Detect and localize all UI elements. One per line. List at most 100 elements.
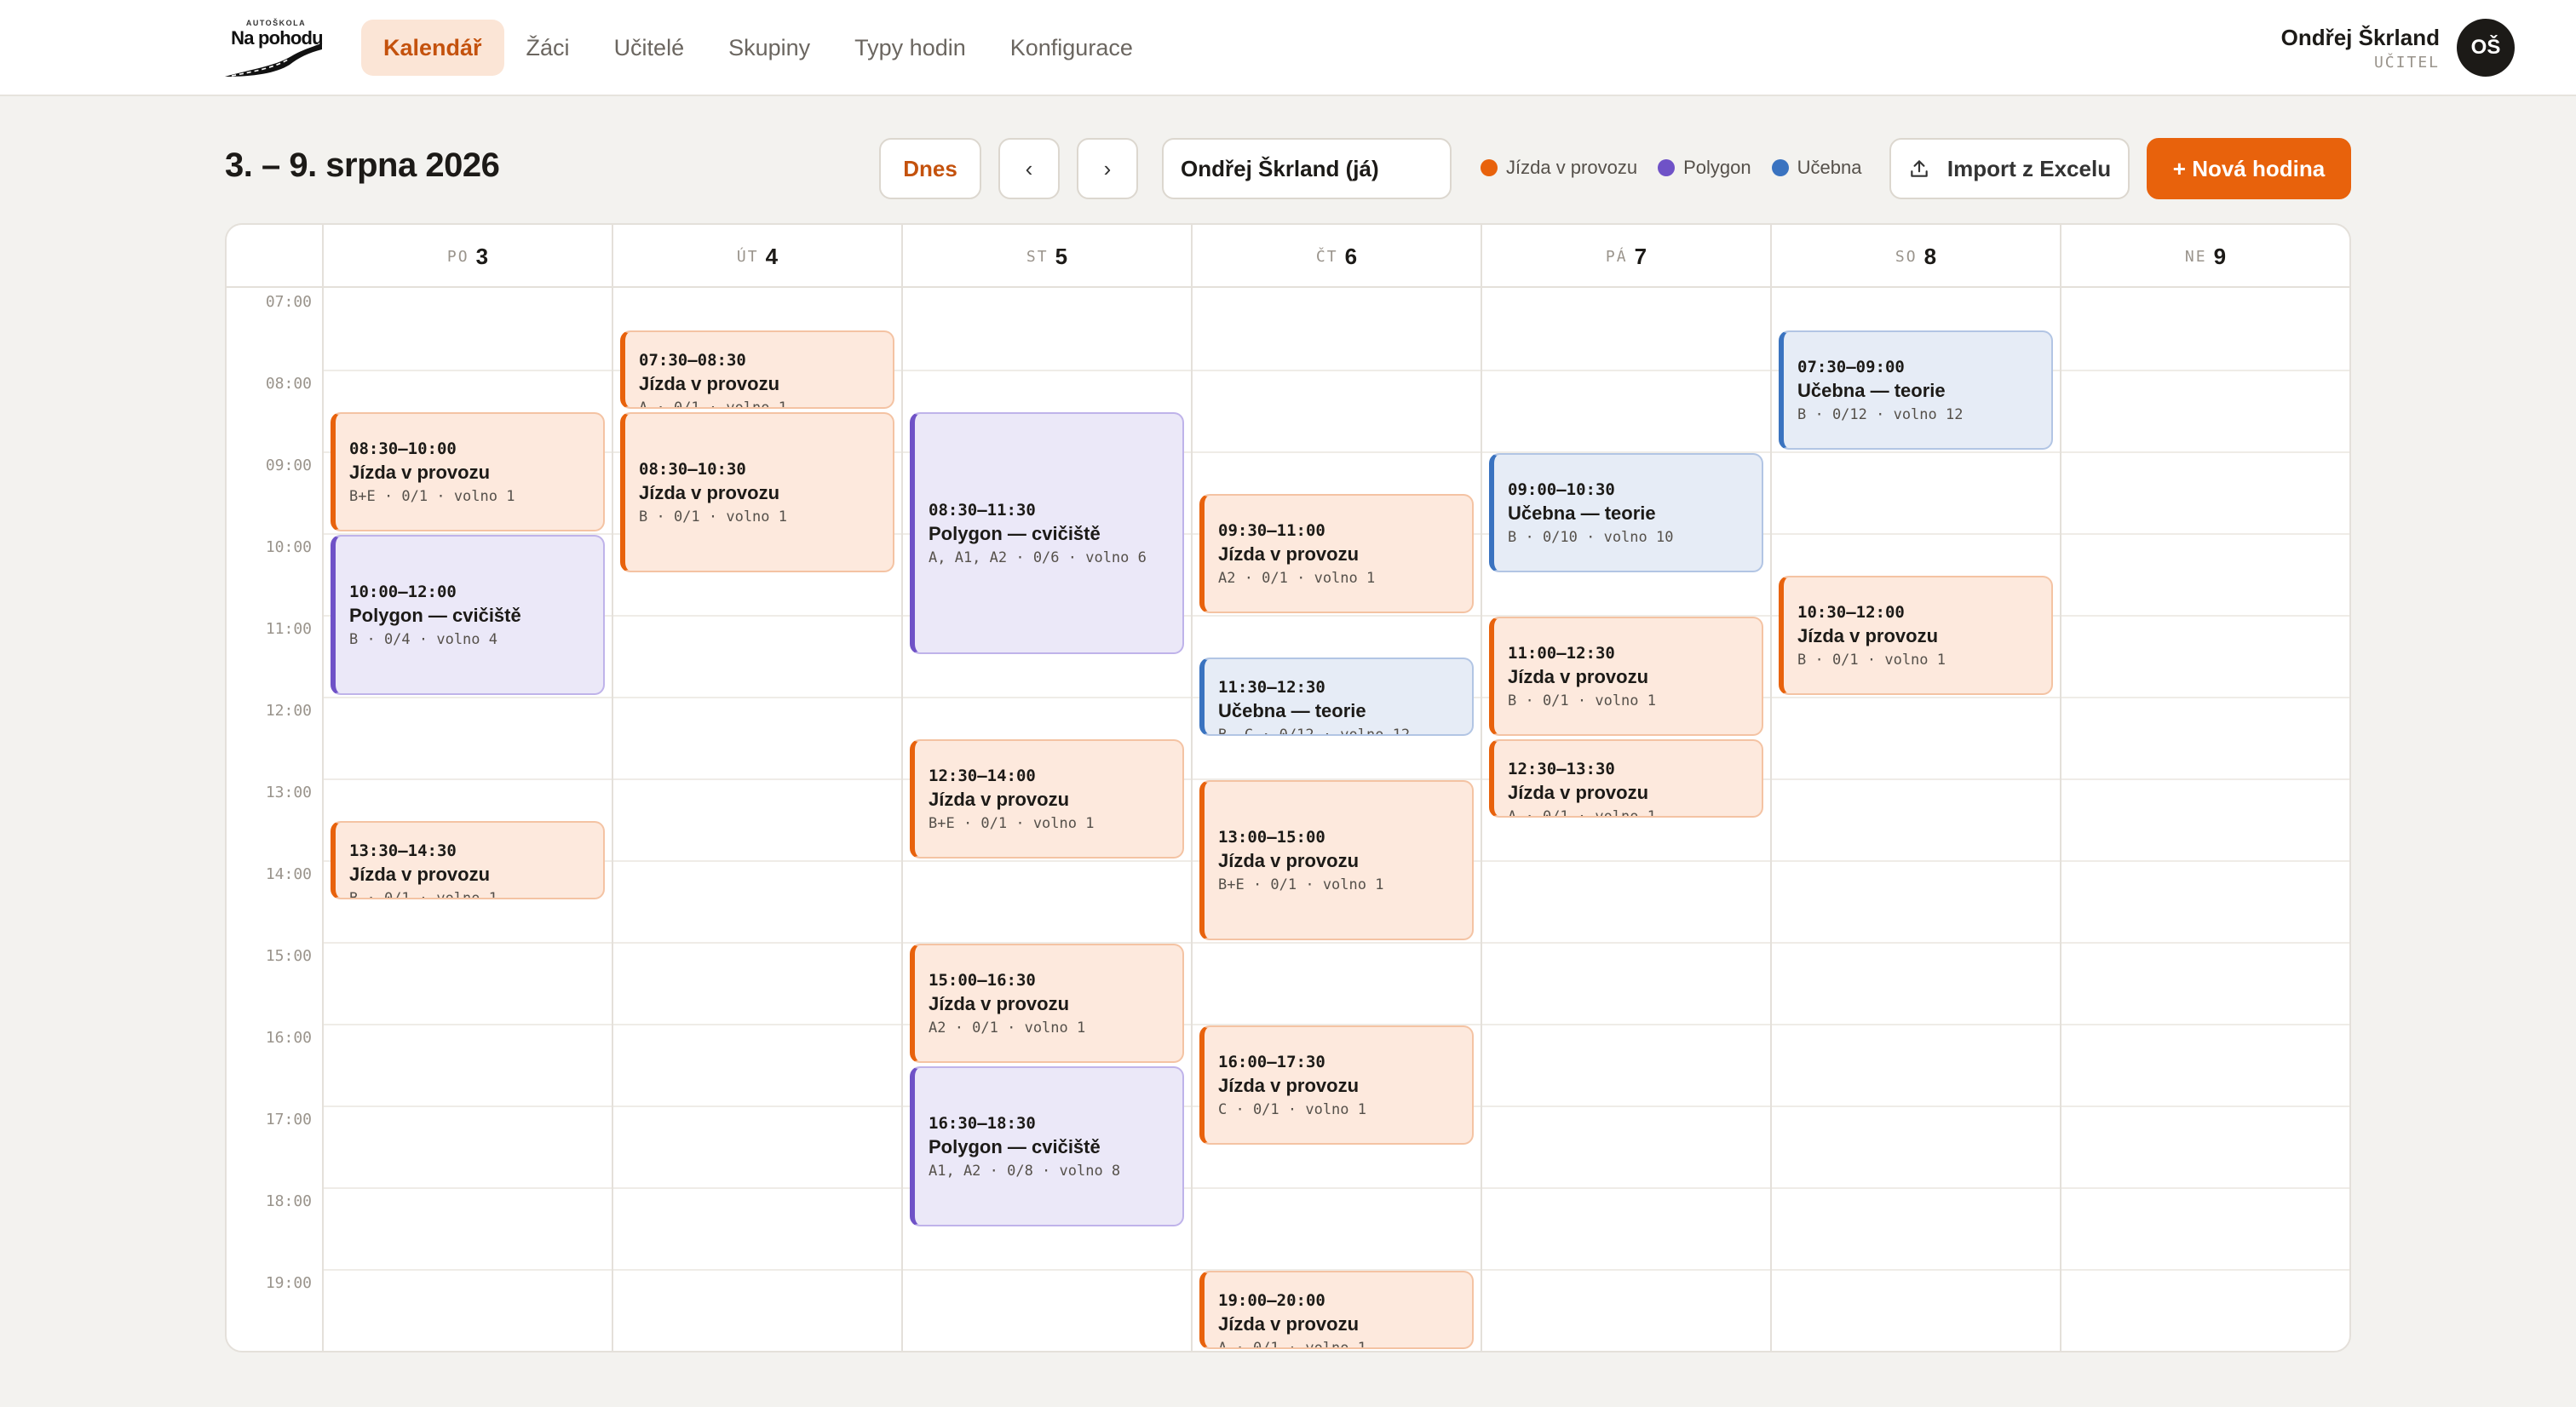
- logo[interactable]: AUTOŠKOLA Na pohodu: [223, 19, 324, 78]
- lesson-meta: B · 0/1 · volno 1: [1797, 652, 1946, 669]
- nav-konfigurace[interactable]: Konfigurace: [988, 20, 1155, 76]
- day-column-divider: [1481, 288, 1482, 1351]
- lesson-card[interactable]: 13:30–14:30 Jízda v provozu B · 0/1 · voln…: [331, 821, 605, 899]
- day-abbr: PÁ: [1605, 247, 1628, 266]
- lesson-title: Jízda v provozu: [1508, 666, 1649, 687]
- lesson-title: Jízda v provozu: [1218, 543, 1360, 565]
- nav-zaci[interactable]: Žáci: [504, 20, 592, 76]
- legend-item-road: Jízda v provozu: [1481, 157, 1637, 179]
- lesson-card[interactable]: 19:00–20:00 Jízda v provozu A · 0/1 · voln…: [1199, 1271, 1474, 1349]
- legend-label-road: Jízda v provozu: [1506, 157, 1638, 178]
- day-column-divider: [612, 288, 613, 1351]
- lesson-title: Jízda v provozu: [639, 482, 780, 503]
- logo-tagline: AUTOŠKOLA: [245, 19, 307, 27]
- lesson-time: 09:00–10:30: [1508, 480, 1615, 499]
- user-menu[interactable]: Ondřej Škrland UČITEL OŠ: [2281, 17, 2515, 78]
- main-nav: Kalendář Žáci Učitelé Skupiny Typy hodin…: [361, 20, 1155, 76]
- lesson-title: Jízda v provozu: [1218, 1313, 1360, 1335]
- nav-typy-hodin[interactable]: Typy hodin: [832, 20, 988, 76]
- hour-label: 16:00: [265, 1029, 312, 1047]
- lesson-card[interactable]: 09:00–10:30 Učebna — teorie B · 0/10 · vol…: [1489, 453, 1763, 572]
- lesson-card[interactable]: 16:00–17:30 Jízda v provozu C · 0/1 · voln…: [1199, 1025, 1474, 1145]
- avatar[interactable]: OŠ: [2457, 19, 2515, 77]
- user-info: Ondřej Škrland UČITEL: [2281, 25, 2440, 72]
- road-logo-icon: [225, 43, 322, 77]
- lesson-meta: B · 0/1 · volno 1: [349, 890, 497, 899]
- lesson-title: Jízda v provozu: [929, 789, 1070, 810]
- day-number: 5: [1055, 243, 1068, 269]
- lesson-title: Jízda v provozu: [349, 864, 491, 885]
- day-number: 8: [1923, 243, 1937, 269]
- lesson-meta: A1, A2 · 0/8 · volno 8: [929, 1163, 1121, 1180]
- new-lesson-button[interactable]: + Nová hodina: [2147, 138, 2351, 199]
- day-header-wed: ST 5: [901, 225, 1191, 288]
- lesson-card[interactable]: 08:30–11:30 Polygon — cvičiště A, A1, A2 ·…: [910, 412, 1184, 654]
- lesson-time: 07:30–09:00: [1797, 358, 1905, 376]
- lesson-card[interactable]: 12:30–14:00 Jízda v provozu B+E · 0/1 · vo…: [910, 739, 1184, 859]
- lesson-card[interactable]: 09:30–11:00 Jízda v provozu A2 · 0/1 · vol…: [1199, 494, 1474, 613]
- lesson-title: Jízda v provozu: [349, 462, 491, 483]
- teacher-select[interactable]: Ondřej Škrland (já): [1162, 138, 1452, 199]
- lesson-title: Učebna — teorie: [1508, 502, 1656, 524]
- legend-label-polygon: Polygon: [1683, 157, 1751, 178]
- lesson-card[interactable]: 13:00–15:00 Jízda v provozu B+E · 0/1 · vo…: [1199, 780, 1474, 940]
- lesson-card[interactable]: 07:30–08:30 Jízda v provozu A · 0/1 · voln…: [620, 330, 894, 409]
- calendar-grid[interactable]: 07:00 08:00 09:00 10:00 11:00 12:00 13:00 14:00…: [227, 288, 2349, 1351]
- lesson-card[interactable]: 16:30–18:30 Polygon — cvičiště A1, A2 · 0/…: [910, 1066, 1184, 1226]
- lesson-card[interactable]: 11:00–12:30 Jízda v provozu B · 0/1 · voln…: [1489, 617, 1763, 736]
- lesson-title: Jízda v provozu: [929, 993, 1070, 1014]
- legend-dot-polygon: [1658, 159, 1676, 176]
- hour-label: 07:00: [265, 293, 312, 311]
- lesson-time: 16:30–18:30: [929, 1114, 1036, 1133]
- lesson-meta: B · 0/4 · volno 4: [349, 631, 497, 648]
- today-button[interactable]: Dnes: [879, 138, 981, 199]
- day-header-sun: NE 9: [2060, 225, 2349, 288]
- hour-label: 13:00: [265, 784, 312, 801]
- lesson-meta: B · 0/1 · volno 1: [1508, 692, 1656, 709]
- day-abbr: PO: [446, 247, 469, 266]
- lesson-time: 07:30–08:30: [639, 351, 746, 370]
- hour-label: 08:00: [265, 375, 312, 393]
- lesson-meta: B · 0/12 · volno 12: [1797, 406, 1964, 423]
- lesson-meta: A · 0/1 · volno 1: [639, 399, 787, 409]
- lesson-title: Polygon — cvičiště: [929, 523, 1101, 544]
- lesson-card[interactable]: 08:30–10:30 Jízda v provozu B · 0/1 · voln…: [620, 412, 894, 572]
- nav-kalendar[interactable]: Kalendář: [361, 20, 504, 76]
- lesson-time: 10:00–12:00: [349, 583, 457, 601]
- legend: Jízda v provozu Polygon Učebna: [1481, 157, 1861, 179]
- lesson-meta: A · 0/1 · volno 1: [1508, 808, 1656, 818]
- nav-skupiny[interactable]: Skupiny: [706, 20, 832, 76]
- lesson-meta: B+E · 0/1 · volno 1: [929, 815, 1095, 832]
- lesson-meta: A, A1, A2 · 0/6 · volno 6: [929, 549, 1147, 566]
- day-column-divider: [1770, 288, 1772, 1351]
- lesson-card[interactable]: 12:30–13:30 Jízda v provozu A · 0/1 · voln…: [1489, 739, 1763, 818]
- lesson-time: 11:00–12:30: [1508, 644, 1615, 663]
- lesson-time: 08:30–10:30: [639, 460, 746, 479]
- hour-label: 14:00: [265, 865, 312, 883]
- day-header-fri: PÁ 7: [1481, 225, 1770, 288]
- lesson-time: 08:30–11:30: [929, 501, 1036, 520]
- nav-ucitele[interactable]: Učitelé: [592, 20, 707, 76]
- import-excel-button[interactable]: Import z Excelu: [1889, 138, 2130, 199]
- lesson-title: Polygon — cvičiště: [349, 605, 521, 626]
- lesson-card[interactable]: 07:30–09:00 Učebna — teorie B · 0/12 · vol…: [1779, 330, 2053, 450]
- hour-label: 12:00: [265, 702, 312, 720]
- legend-label-classroom: Učebna: [1797, 157, 1862, 178]
- day-header-sat: SO 8: [1770, 225, 2060, 288]
- user-name: Ondřej Škrland: [2280, 24, 2440, 50]
- day-column-divider: [2060, 288, 2061, 1351]
- lesson-card[interactable]: 10:00–12:00 Polygon — cvičiště B · 0/4 · v…: [331, 535, 605, 695]
- lesson-card[interactable]: 11:30–12:30 Učebna — teorie B, C · 0/12 · …: [1199, 658, 1474, 736]
- hour-gridline: [322, 942, 2349, 944]
- lesson-card[interactable]: 10:30–12:00 Jízda v provozu B · 0/1 · voln…: [1779, 576, 2053, 695]
- day-abbr: SO: [1895, 247, 1918, 266]
- lesson-card[interactable]: 08:30–10:00 Jízda v provozu B+E · 0/1 · vo…: [331, 412, 605, 531]
- next-week-button[interactable]: ›: [1077, 138, 1138, 199]
- day-header-mon: PO 3: [322, 225, 612, 288]
- lesson-title: Jízda v provozu: [1218, 1075, 1360, 1096]
- day-abbr: ČT: [1315, 247, 1338, 266]
- lesson-card[interactable]: 15:00–16:30 Jízda v provozu A2 · 0/1 · vol…: [910, 944, 1184, 1063]
- hour-label: 09:00: [265, 457, 312, 474]
- hour-label: 11:00: [265, 620, 312, 638]
- prev-week-button[interactable]: ‹: [998, 138, 1060, 199]
